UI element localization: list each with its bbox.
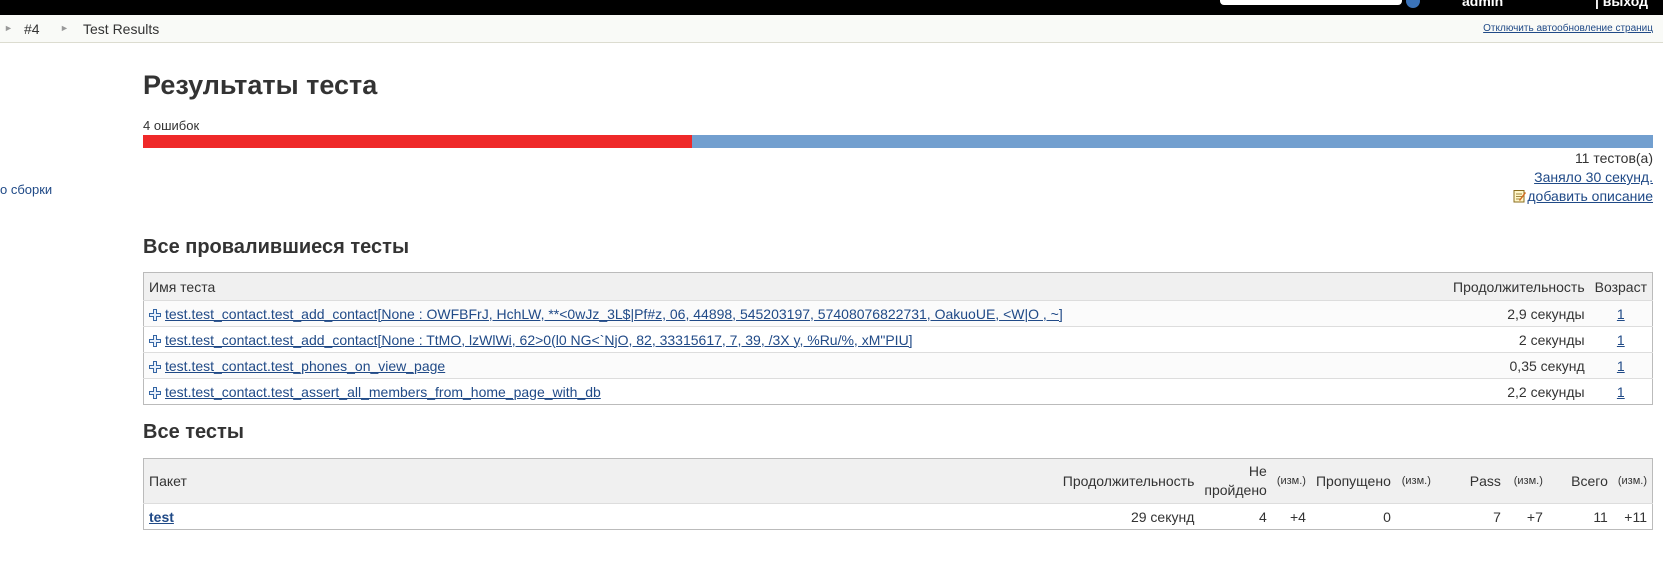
package-cell: test bbox=[143, 503, 1050, 530]
package-pass: 7 bbox=[1435, 503, 1506, 530]
failed-test-name-cell: test.test_contact.test_phones_on_view_pa… bbox=[143, 352, 1445, 379]
failed-test-age-cell: 1 bbox=[1589, 300, 1653, 327]
column-total: Всего bbox=[1547, 458, 1613, 504]
failed-test-duration: 0,35 секунд bbox=[1444, 352, 1590, 379]
package-skipped-diff bbox=[1395, 503, 1436, 530]
failed-test-duration: 2,2 секунды bbox=[1444, 378, 1590, 405]
all-tests-table: Пакет Продолжительность Не пройдено (изм… bbox=[143, 458, 1653, 530]
column-age: Возраст bbox=[1589, 272, 1653, 301]
expand-plus-icon[interactable] bbox=[149, 334, 161, 347]
test-result-bar bbox=[143, 135, 1653, 148]
failed-test-link[interactable]: test.test_contact.test_assert_all_member… bbox=[165, 384, 601, 400]
package-total-diff: +11 bbox=[1612, 503, 1653, 530]
sidebar-build-link[interactable]: о сборки bbox=[0, 182, 52, 197]
column-failed: Не пройдено bbox=[1199, 458, 1272, 504]
breadcrumb-test-results[interactable]: Test Results bbox=[83, 21, 159, 37]
column-package: Пакет bbox=[143, 458, 1050, 504]
package-skipped: 0 bbox=[1310, 503, 1396, 530]
package-link[interactable]: test bbox=[149, 509, 174, 525]
failed-test-name-cell: test.test_contact.test_add_contact[None … bbox=[143, 326, 1445, 353]
search-input[interactable] bbox=[1220, 0, 1402, 5]
failed-test-row: test.test_contact.test_add_contact[None … bbox=[143, 326, 1653, 353]
failed-test-age-link[interactable]: 1 bbox=[1617, 358, 1625, 374]
duration-link[interactable]: Заняло 30 секунд. bbox=[1534, 169, 1653, 185]
failed-test-age-cell: 1 bbox=[1589, 378, 1653, 405]
column-test-name: Имя теста bbox=[143, 272, 1445, 301]
failed-test-link[interactable]: test.test_contact.test_phones_on_view_pa… bbox=[165, 358, 445, 374]
failed-test-link[interactable]: test.test_contact.test_add_contact[None … bbox=[165, 306, 1063, 322]
breadcrumb-separator-icon: ► bbox=[60, 23, 69, 33]
expand-plus-icon[interactable] bbox=[149, 308, 161, 321]
failed-bar-segment bbox=[143, 135, 693, 148]
failed-test-age-cell: 1 bbox=[1589, 326, 1653, 353]
breadcrumb-build[interactable]: #4 bbox=[24, 21, 40, 37]
disable-autorefresh-link[interactable]: Отключить автообновление страниц bbox=[1483, 23, 1653, 34]
failed-test-name-cell: test.test_contact.test_assert_all_member… bbox=[143, 378, 1445, 405]
column-duration: Продолжительность bbox=[1444, 272, 1590, 301]
add-description-link[interactable]: добавить описание bbox=[1513, 188, 1653, 204]
tests-total: 11 тестов(а) bbox=[1574, 150, 1653, 166]
column-failed-diff: (изм.) bbox=[1271, 458, 1311, 504]
notepad-icon bbox=[1513, 190, 1527, 203]
package-total: 11 bbox=[1547, 503, 1613, 530]
user-link[interactable]: admin bbox=[1462, 0, 1503, 9]
add-description-label: добавить описание bbox=[1527, 188, 1653, 204]
logout-link[interactable]: | выход bbox=[1595, 0, 1648, 9]
failed-test-age-link[interactable]: 1 bbox=[1617, 384, 1625, 400]
all-tests-heading: Все тесты bbox=[143, 421, 244, 443]
breadcrumb-separator-icon: ► bbox=[4, 23, 13, 33]
failed-test-age-link[interactable]: 1 bbox=[1617, 306, 1625, 322]
all-tests-header-row: Пакет Продолжительность Не пройдено (изм… bbox=[143, 458, 1653, 504]
column-total-diff: (изм.) bbox=[1612, 458, 1653, 504]
package-failed-diff: +4 bbox=[1271, 503, 1311, 530]
failed-test-age-cell: 1 bbox=[1589, 352, 1653, 379]
failed-test-row: test.test_contact.test_phones_on_view_pa… bbox=[143, 352, 1653, 379]
expand-plus-icon[interactable] bbox=[149, 386, 161, 399]
failed-tests-table: Имя теста Продолжительность Возраст test… bbox=[143, 272, 1653, 405]
failed-test-age-link[interactable]: 1 bbox=[1617, 332, 1625, 348]
column-duration: Продолжительность bbox=[1049, 458, 1200, 504]
package-failed: 4 bbox=[1199, 503, 1272, 530]
failed-test-link[interactable]: test.test_contact.test_add_contact[None … bbox=[165, 332, 913, 348]
failed-test-row: test.test_contact.test_add_contact[None … bbox=[143, 300, 1653, 327]
help-icon[interactable] bbox=[1406, 0, 1420, 8]
page-title: Результаты теста bbox=[143, 70, 378, 100]
failed-tests-heading: Все провалившиеся тесты bbox=[143, 236, 410, 258]
column-pass-diff: (изм.) bbox=[1505, 458, 1548, 504]
package-duration: 29 секунд bbox=[1049, 503, 1200, 530]
column-pass: Pass bbox=[1435, 458, 1506, 504]
package-pass-diff: +7 bbox=[1505, 503, 1548, 530]
failed-tests-header-row: Имя теста Продолжительность Возраст bbox=[143, 272, 1653, 301]
column-skipped-diff: (изм.) bbox=[1395, 458, 1436, 504]
failed-test-duration: 2 секунды bbox=[1444, 326, 1590, 353]
top-header-bar: admin | выход bbox=[0, 0, 1663, 15]
breadcrumb: ► #4 ► Test Results Отключить автообновл… bbox=[0, 15, 1663, 43]
expand-plus-icon[interactable] bbox=[149, 360, 161, 373]
column-skipped: Пропущено bbox=[1310, 458, 1396, 504]
failed-test-row: test.test_contact.test_assert_all_member… bbox=[143, 378, 1653, 405]
package-row: test 29 секунд 4 +4 0 7 +7 11 +11 bbox=[143, 503, 1653, 530]
failed-test-duration: 2,9 секунды bbox=[1444, 300, 1590, 327]
fail-count: 4 ошибок bbox=[143, 118, 200, 133]
failed-test-name-cell: test.test_contact.test_add_contact[None … bbox=[143, 300, 1445, 327]
